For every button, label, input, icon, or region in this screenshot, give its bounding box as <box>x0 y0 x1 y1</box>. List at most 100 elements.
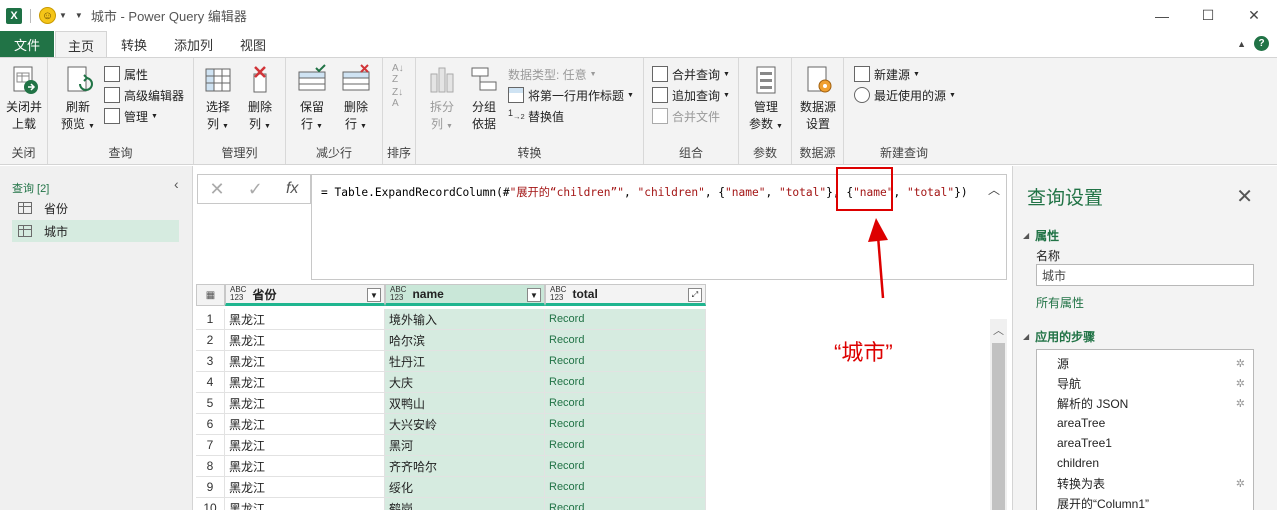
table-row[interactable]: 7 黑龙江 黑河 Record <box>196 435 706 456</box>
cell-total-record[interactable]: Record <box>545 309 706 330</box>
scrollbar-thumb[interactable] <box>992 343 1005 510</box>
manage-button[interactable]: 管理 ▼ <box>104 106 158 126</box>
row-number[interactable]: 5 <box>196 393 225 414</box>
collapse-queries-icon[interactable]: ‹ <box>174 176 179 192</box>
help-icon[interactable]: ? <box>1254 36 1269 51</box>
table-row[interactable]: 6 黑龙江 大兴安岭 Record <box>196 414 706 435</box>
tab-home[interactable]: 主页 <box>55 31 108 58</box>
cell-total-record[interactable]: Record <box>545 372 706 393</box>
close-and-load-button[interactable]: 关闭并 上载 <box>4 64 44 133</box>
filter-dropdown-icon[interactable]: ▼ <box>527 288 541 302</box>
fx-icon[interactable]: fx <box>286 180 298 198</box>
properties-button[interactable]: 属性 <box>104 64 148 84</box>
vertical-scrollbar[interactable]: ︿ <box>990 319 1007 510</box>
tab-add-column[interactable]: 添加列 <box>162 31 225 57</box>
row-number[interactable]: 1 <box>196 309 225 330</box>
formula-commit-button[interactable]: ✓ <box>248 179 263 200</box>
keep-rows-button[interactable]: 保留 行 ▼ <box>294 64 330 135</box>
tab-file[interactable]: 文件 <box>0 31 54 57</box>
data-source-settings-button[interactable]: 数据源 设置 <box>796 64 840 133</box>
formula-collapse-icon[interactable]: ︿ <box>988 181 1000 198</box>
cell-name[interactable]: 大兴安岭 <box>385 414 545 435</box>
table-row[interactable]: 2 黑龙江 哈尔滨 Record <box>196 330 706 351</box>
all-properties-link[interactable]: 所有属性 <box>1036 294 1084 311</box>
table-row[interactable]: 5 黑龙江 双鸭山 Record <box>196 393 706 414</box>
applied-steps-section-header[interactable]: ◢ 应用的步骤 <box>1023 328 1095 345</box>
cell-province[interactable]: 黑龙江 <box>225 456 385 477</box>
replace-values-button[interactable]: 1→2 替换值 <box>508 106 564 126</box>
applied-step[interactable]: areaTree1 <box>1037 433 1253 453</box>
query-name-input[interactable]: 城市 <box>1036 264 1254 286</box>
maximize-button[interactable]: ☐ <box>1185 0 1231 31</box>
group-by-button[interactable]: 分组 依据 <box>466 64 502 133</box>
cell-province[interactable]: 黑龙江 <box>225 477 385 498</box>
cell-name[interactable]: 黑河 <box>385 435 545 456</box>
tab-view[interactable]: 视图 <box>228 31 278 57</box>
scroll-up-icon[interactable]: ︿ <box>990 321 1007 339</box>
table-menu-icon[interactable]: ▦ <box>196 284 225 306</box>
append-queries-button[interactable]: 追加查询 ▼ <box>652 85 730 105</box>
remove-rows-button[interactable]: 删除 行 ▼ <box>338 64 374 135</box>
properties-section-header[interactable]: ◢ 属性 <box>1023 227 1059 244</box>
cell-total-record[interactable]: Record <box>545 393 706 414</box>
minimize-button[interactable]: — <box>1139 0 1185 31</box>
table-row[interactable]: 9 黑龙江 绥化 Record <box>196 477 706 498</box>
cell-total-record[interactable]: Record <box>545 351 706 372</box>
choose-columns-button[interactable]: 选择 列 ▼ <box>200 64 236 135</box>
table-row[interactable]: 4 黑龙江 大庆 Record <box>196 372 706 393</box>
row-number[interactable]: 10 <box>196 498 225 510</box>
applied-step[interactable]: 展开的“Column1” <box>1037 493 1253 510</box>
step-settings-gear-icon[interactable]: ✲ <box>1236 357 1245 370</box>
cell-name[interactable]: 境外输入 <box>385 309 545 330</box>
applied-step[interactable]: 转换为表 ✲ <box>1037 473 1253 493</box>
cell-province[interactable]: 黑龙江 <box>225 330 385 351</box>
row-number[interactable]: 7 <box>196 435 225 456</box>
cell-name[interactable]: 鹤岗 <box>385 498 545 510</box>
tab-transform[interactable]: 转换 <box>109 31 159 57</box>
applied-step[interactable]: 源 ✲ <box>1037 353 1253 373</box>
row-number[interactable]: 3 <box>196 351 225 372</box>
remove-columns-button[interactable]: 删除 列 ▼ <box>242 64 278 135</box>
data-type-dropdown[interactable]: 数据类型: 任意 ▼ <box>508 64 597 84</box>
row-number[interactable]: 2 <box>196 330 225 351</box>
applied-step[interactable]: areaTree <box>1037 413 1253 433</box>
column-header-total[interactable]: ABC 123 total ⤢ <box>545 284 706 306</box>
cell-total-record[interactable]: Record <box>545 477 706 498</box>
table-row[interactable]: 1 黑龙江 境外输入 Record <box>196 309 706 330</box>
close-window-button[interactable]: ✕ <box>1231 0 1277 31</box>
cell-total-record[interactable]: Record <box>545 435 706 456</box>
query-item-city[interactable]: 城市 <box>12 220 179 242</box>
formula-cancel-button[interactable]: ✕ <box>210 179 225 200</box>
applied-step[interactable]: 导航 ✲ <box>1037 373 1253 393</box>
row-number[interactable]: 6 <box>196 414 225 435</box>
cell-name[interactable]: 哈尔滨 <box>385 330 545 351</box>
new-source-button[interactable]: 新建源 ▼ <box>854 64 920 84</box>
expand-column-icon[interactable]: ⤢ <box>688 288 702 302</box>
table-row[interactable]: 10 黑龙江 鹤岗 Record <box>196 498 706 510</box>
applied-step[interactable]: 解析的 JSON ✲ <box>1037 393 1253 413</box>
row-number[interactable]: 9 <box>196 477 225 498</box>
table-row[interactable]: 3 黑龙江 牡丹江 Record <box>196 351 706 372</box>
table-row[interactable]: 8 黑龙江 齐齐哈尔 Record <box>196 456 706 477</box>
advanced-editor-button[interactable]: 高级编辑器 <box>104 85 184 105</box>
cell-province[interactable]: 黑龙江 <box>225 414 385 435</box>
formula-bar[interactable]: = Table.ExpandRecordColumn(#"展开的“childre… <box>311 174 1007 280</box>
merge-queries-button[interactable]: 合并查询 ▼ <box>652 64 730 84</box>
cell-province[interactable]: 黑龙江 <box>225 372 385 393</box>
cell-name[interactable]: 齐齐哈尔 <box>385 456 545 477</box>
smiley-feedback-icon[interactable]: ☺ <box>39 7 56 24</box>
refresh-preview-button[interactable]: 刷新 预览 ▼ <box>56 64 100 135</box>
column-header-name[interactable]: ABC 123 name ▼ <box>385 284 545 306</box>
step-settings-gear-icon[interactable]: ✲ <box>1236 477 1245 490</box>
quick-access-dropdown-icon[interactable]: ▼ <box>59 11 67 20</box>
cell-province[interactable]: 黑龙江 <box>225 351 385 372</box>
query-item-province[interactable]: 省份 <box>12 197 179 219</box>
step-settings-gear-icon[interactable]: ✲ <box>1236 377 1245 390</box>
cell-province[interactable]: 黑龙江 <box>225 435 385 456</box>
cell-name[interactable]: 大庆 <box>385 372 545 393</box>
cell-total-record[interactable]: Record <box>545 330 706 351</box>
cell-total-record[interactable]: Record <box>545 498 706 510</box>
cell-name[interactable]: 牡丹江 <box>385 351 545 372</box>
cell-province[interactable]: 黑龙江 <box>225 309 385 330</box>
cell-total-record[interactable]: Record <box>545 414 706 435</box>
